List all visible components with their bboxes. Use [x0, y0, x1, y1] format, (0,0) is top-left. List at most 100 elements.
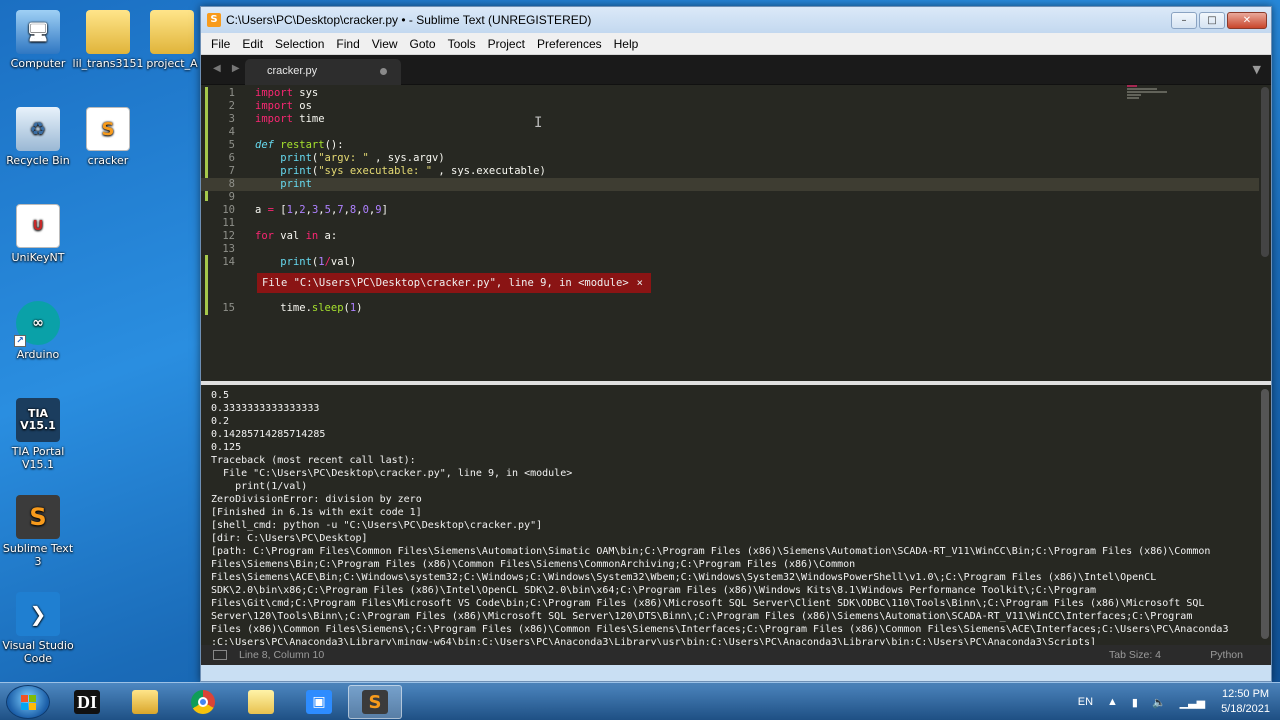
tab-size-selector[interactable]: Tab Size: 4	[1109, 649, 1161, 661]
desktop-icon-computer[interactable]: 🖥 Computer	[0, 10, 76, 70]
error-phantom-close-icon[interactable]: ×	[637, 273, 643, 293]
panel-toggle-icon[interactable]	[213, 650, 227, 660]
status-bar: Line 8, Column 10 Tab Size: 4 Python	[201, 645, 1271, 665]
output-line: File "C:\Users\PC\Desktop\cracker.py", l…	[211, 468, 573, 479]
taskbar-app-sublime[interactable]: S	[348, 685, 402, 719]
output-scrollbar[interactable]	[1261, 389, 1269, 639]
tab-bar: ◀ ▶ cracker.py ▼	[201, 55, 1271, 85]
sublime-file-icon: S	[86, 107, 130, 151]
desktop-icon-cracker[interactable]: S cracker	[70, 107, 146, 167]
folder-icon	[248, 690, 274, 714]
output-line: Files (x86)\Common Files\Siemens\;C:\Pro…	[211, 624, 1229, 635]
minimap[interactable]	[1127, 85, 1187, 125]
desktop-icon-label: cracker	[87, 154, 129, 167]
menu-selection[interactable]: Selection	[269, 37, 330, 51]
output-line: Files\Siemens\Bin;C:\Program Files (x86)…	[211, 559, 856, 570]
tab-nav-arrows-icon[interactable]: ◀ ▶	[213, 63, 244, 74]
current-line-highlight	[201, 178, 1259, 191]
menu-edit[interactable]: Edit	[236, 37, 269, 51]
cursor-position: Line 8, Column 10	[239, 649, 325, 661]
taskbar-app-di[interactable]: DI	[60, 685, 114, 719]
tia-portal-icon: TIA V15.1	[16, 398, 60, 442]
output-line: Files\Git\cmd;C:\Program Files\Microsoft…	[211, 598, 1205, 609]
error-phantom: File "C:\Users\PC\Desktop\cracker.py", l…	[257, 273, 651, 293]
menu-goto[interactable]: Goto	[404, 37, 442, 51]
desktop-icon-label: project_A	[146, 57, 198, 70]
output-line: 0.125	[211, 442, 242, 453]
desktop-icon-project[interactable]: project_A	[134, 10, 210, 70]
desktop-icon-label: Computer	[10, 57, 66, 70]
menu-help[interactable]: Help	[608, 37, 645, 51]
desktop-icon-label: TIA Portal V15.1	[11, 445, 65, 471]
output-line: 0.5	[211, 390, 230, 401]
maximize-button[interactable]: □	[1199, 11, 1225, 29]
clock[interactable]: 12:50 PM 5/18/2021	[1221, 687, 1270, 717]
windows-logo-icon	[21, 695, 37, 711]
output-line: print(1/val)	[211, 481, 308, 492]
text-cursor-icon: I	[534, 115, 543, 131]
error-phantom-text: File "C:\Users\PC\Desktop\cracker.py", l…	[262, 277, 629, 289]
desktop-icon-vscode[interactable]: ❯ Visual Studio Code	[0, 592, 76, 665]
taskbar-app-folder[interactable]	[234, 685, 288, 719]
editor-scrollbar[interactable]	[1261, 87, 1269, 257]
menu-project[interactable]: Project	[482, 37, 531, 51]
output-line: 0.2	[211, 416, 230, 427]
close-button[interactable]: ✕	[1227, 11, 1267, 29]
output-line: Traceback (most recent call last):	[211, 455, 416, 466]
title-bar[interactable]: S C:\Users\PC\Desktop\cracker.py • - Sub…	[201, 7, 1271, 33]
output-line: Server\120\Tools\Binn\;C:\Program Files …	[211, 611, 1193, 622]
desktop-icon-unikey[interactable]: U UniKeyNT	[0, 204, 76, 264]
output-line: ;C:\Users\PC\Anaconda3\Library\mingw-w64…	[211, 637, 1097, 645]
vscode-icon: ❯	[16, 592, 60, 636]
taskbar: DI ▣ S EN ▲ ▮ 🔈 ▁▃▅ 12:50 PM 5/18/2021	[0, 682, 1280, 720]
output-line: 0.3333333333333333	[211, 403, 320, 414]
sublime-window: S C:\Users\PC\Desktop\cracker.py • - Sub…	[200, 6, 1272, 682]
computer-icon: 🖥	[16, 10, 60, 54]
sublime-app-icon: S	[207, 13, 221, 27]
tab-label: cracker.py	[267, 65, 318, 77]
desktop-icon-arduino[interactable]: ∞ ↗ Arduino	[0, 301, 76, 361]
minimize-button[interactable]: –	[1171, 11, 1197, 29]
recycle-bin-icon: ♻	[16, 107, 60, 151]
taskbar-app-explorer[interactable]	[118, 685, 172, 719]
taskbar-app-chrome[interactable]	[176, 685, 230, 719]
clock-time: 12:50 PM	[1221, 688, 1270, 700]
desktop-icon-label: Sublime Text 3	[2, 542, 74, 568]
folder-icon	[86, 10, 130, 54]
menu-view[interactable]: View	[366, 37, 404, 51]
volume-icon[interactable]: 🔈	[1152, 696, 1166, 709]
desktop-icon-label: Arduino	[16, 348, 60, 361]
window-title: C:\Users\PC\Desktop\cracker.py • - Subli…	[226, 13, 592, 27]
output-line: Files\Siemens\ACE\Bin;C:\Windows\system3…	[211, 572, 1157, 583]
sublime-text-icon: S	[362, 690, 388, 714]
desktop-icon-sublime[interactable]: S Sublime Text 3	[0, 495, 76, 568]
network-icon[interactable]: ▁▃▅	[1180, 696, 1205, 709]
output-line: 0.14285714285714285	[211, 429, 326, 440]
syntax-selector[interactable]: Python	[1210, 649, 1243, 661]
modified-lines-marker	[205, 255, 208, 315]
tab-dropdown-icon[interactable]: ▼	[1253, 63, 1261, 76]
build-output-panel[interactable]: 0.5 0.3333333333333333 0.2 0.14285714285714…	[201, 385, 1271, 645]
menu-tools[interactable]: Tools	[442, 37, 482, 51]
menu-find[interactable]: Find	[330, 37, 365, 51]
desktop-icon-tia-portal[interactable]: TIA V15.1 TIA Portal V15.1	[0, 398, 76, 471]
code-editor[interactable]: 1 import sys 2 import os 3 import time 4 5d…	[201, 85, 1271, 381]
taskbar-app-zoom[interactable]: ▣	[292, 685, 346, 719]
arduino-icon: ∞ ↗	[14, 301, 60, 347]
desktop-icon-label: UniKeyNT	[11, 251, 65, 264]
show-hidden-icons-icon[interactable]: ▲	[1107, 696, 1118, 708]
desktop-icon-recycle-bin[interactable]: ♻ Recycle Bin	[0, 107, 76, 167]
folder-icon	[150, 10, 194, 54]
unsaved-dot-icon[interactable]	[380, 68, 387, 75]
menu-preferences[interactable]: Preferences	[531, 37, 608, 51]
menu-bar: File Edit Selection Find View Goto Tools…	[201, 33, 1271, 55]
system-tray: EN ▲ ▮ 🔈 ▁▃▅ 12:50 PM 5/18/2021	[1064, 683, 1270, 720]
language-indicator[interactable]: EN	[1078, 696, 1093, 708]
output-line: SDK\2.0\bin\x86;C:\Program Files (x86)\I…	[211, 585, 1097, 596]
clock-date: 5/18/2021	[1221, 703, 1270, 715]
menu-file[interactable]: File	[205, 37, 236, 51]
start-button[interactable]	[6, 685, 50, 719]
unikey-icon: U	[16, 204, 60, 248]
battery-icon[interactable]: ▮	[1132, 696, 1138, 709]
tab-cracker-py[interactable]: cracker.py	[245, 59, 401, 85]
